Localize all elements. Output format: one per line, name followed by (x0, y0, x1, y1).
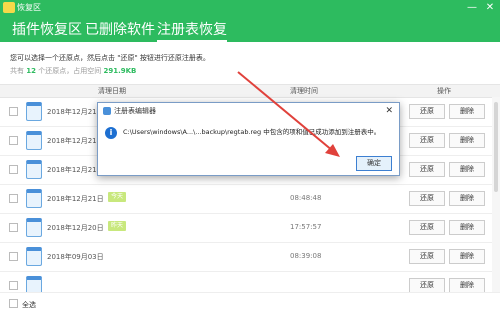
annotation-arrow-icon (237, 71, 340, 157)
